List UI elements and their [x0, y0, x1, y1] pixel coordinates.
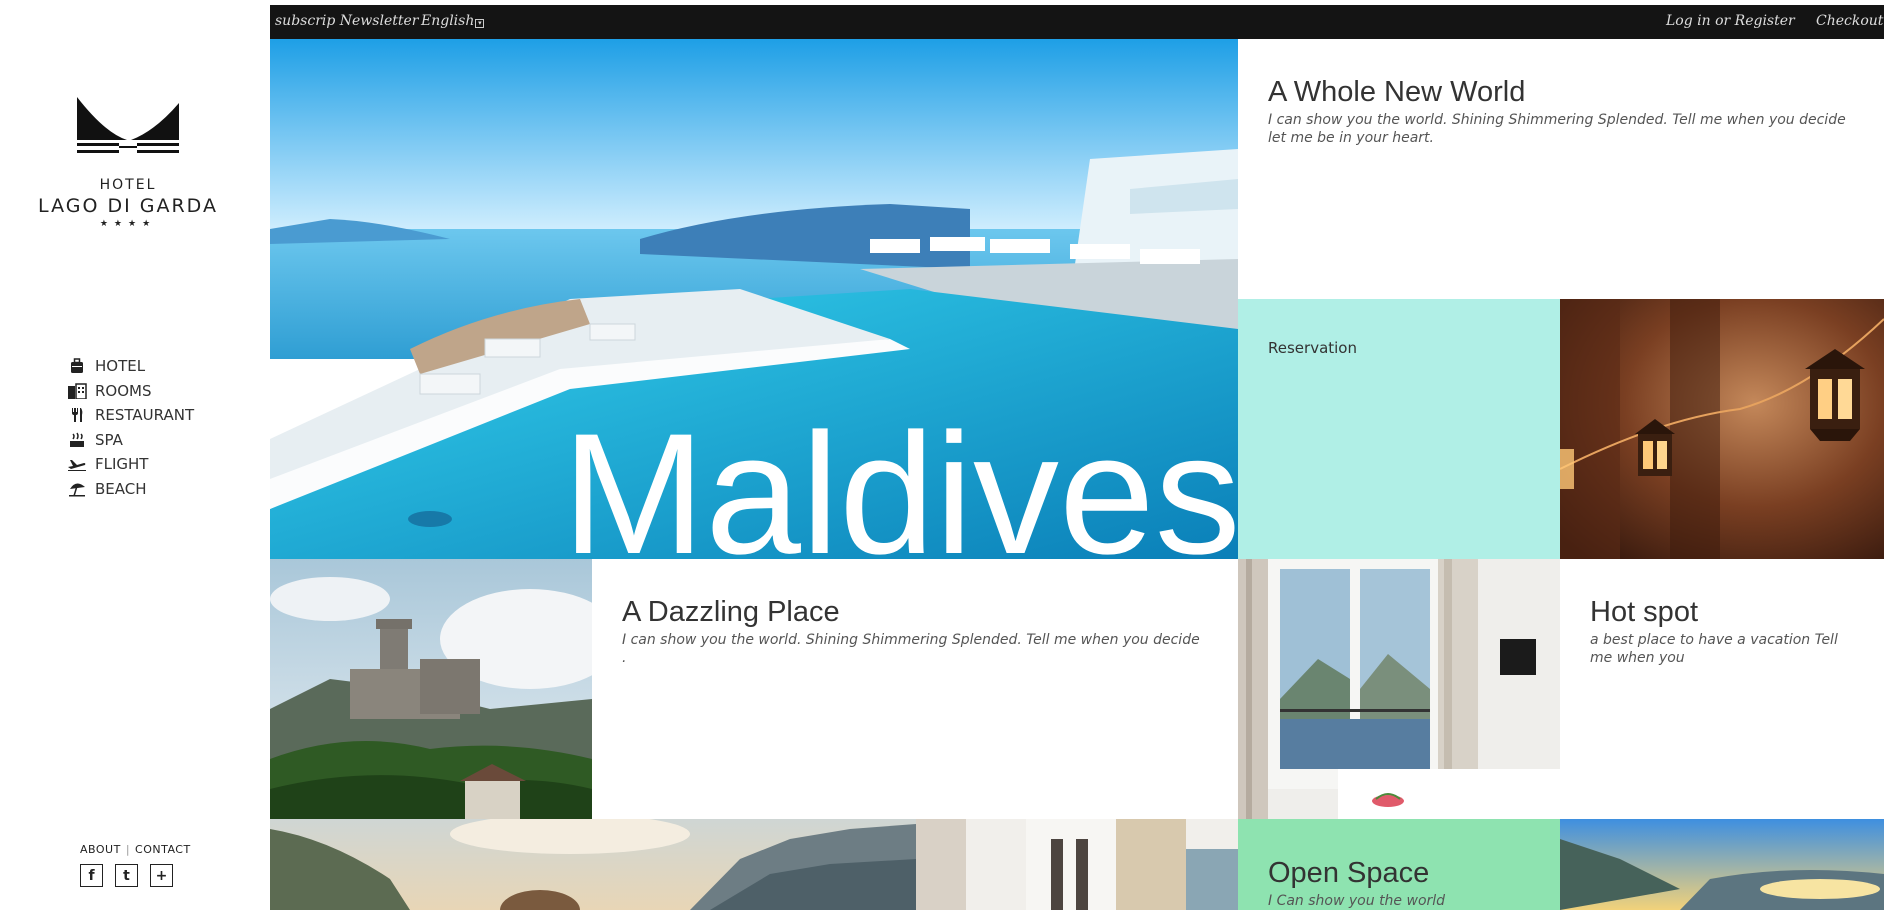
- reservation-label: Reservation: [1268, 339, 1357, 357]
- language-label: English: [421, 13, 475, 29]
- logo-mark-icon: [77, 97, 179, 153]
- tile-text: a best place to have a vacation Tell me …: [1590, 632, 1838, 666]
- tile-title: Hot spot: [1590, 596, 1698, 628]
- fork-knife-icon: [67, 407, 87, 423]
- main-nav: HOTEL ROOMS RESTAURANT SPA FLIGHT BEACH: [67, 354, 194, 501]
- feature-tile-whole-new-world[interactable]: A Whole New World I can show you the wor…: [1238, 39, 1884, 299]
- umbrella-icon: [67, 481, 87, 497]
- nav-label: ROOMS: [95, 381, 152, 400]
- login-register-link[interactable]: Log in or Register: [1666, 13, 1795, 29]
- facebook-icon[interactable]: f: [80, 864, 103, 887]
- lanterns-tile[interactable]: [1560, 299, 1884, 559]
- room-tile[interactable]: [1238, 559, 1560, 819]
- logo-hotel-name: LAGO DI GARDA: [38, 195, 218, 217]
- spa-icon: [67, 432, 87, 448]
- sidebar: HOTEL LAGO DI GARDA ★★★★ HOTEL ROOMS RES…: [0, 0, 270, 910]
- tile-title: Open Space: [1268, 857, 1430, 889]
- feature-tile-dazzling-place[interactable]: A Dazzling Place I can show you the worl…: [592, 559, 1238, 819]
- twitter-icon[interactable]: t: [115, 864, 138, 887]
- lanterns-image: [1560, 299, 1884, 559]
- doorway-image: [916, 819, 1238, 910]
- sunset-lake-tile[interactable]: [1560, 819, 1884, 910]
- sunset-lake-image: [1560, 819, 1884, 910]
- about-link[interactable]: ABOUT: [80, 843, 121, 856]
- mountain-lake-tile[interactable]: [270, 819, 916, 910]
- content-grid: Maldives A Whole New World I can show yo…: [270, 39, 1884, 910]
- hero-title: Maldives: [562, 398, 1238, 559]
- hotel-logo[interactable]: HOTEL LAGO DI GARDA ★★★★: [38, 95, 218, 229]
- top-bar: subscrip Newsletter English ▾ Log in or R…: [270, 5, 1884, 39]
- dropdown-icon: ▾: [475, 19, 485, 28]
- checkout-link[interactable]: Checkout: [1816, 13, 1883, 29]
- building-icon: [67, 383, 87, 399]
- nav-item-rooms[interactable]: ROOMS: [67, 379, 194, 404]
- castle-tile[interactable]: [270, 559, 592, 819]
- nav-item-hotel[interactable]: HOTEL: [67, 354, 194, 379]
- footer-separator: |: [125, 843, 131, 856]
- doorway-tile[interactable]: [916, 819, 1238, 910]
- social-links: f t +: [80, 864, 180, 887]
- mountain-lake-image: [270, 819, 916, 910]
- footer-links: ABOUT | CONTACT: [80, 843, 190, 856]
- tile-text: I can show you the world. Shining Shimme…: [1268, 112, 1846, 146]
- tile-title: A Whole New World: [1268, 76, 1526, 108]
- reservation-tile[interactable]: Reservation: [1238, 299, 1560, 559]
- nav-item-spa[interactable]: SPA: [67, 428, 194, 453]
- nav-item-flight[interactable]: FLIGHT: [67, 452, 194, 477]
- nav-label: HOTEL: [95, 357, 146, 376]
- suitcase-icon: [67, 358, 87, 374]
- tile-text: I Can show you the world: [1268, 893, 1446, 909]
- nav-label: SPA: [95, 430, 123, 449]
- language-select[interactable]: English ▾: [421, 13, 485, 29]
- feature-tile-open-space[interactable]: Open Space I Can show you the world: [1238, 819, 1560, 910]
- sidebar-footer: ABOUT | CONTACT f t +: [80, 843, 190, 887]
- google-plus-icon[interactable]: +: [150, 864, 173, 887]
- contact-link[interactable]: CONTACT: [135, 843, 191, 856]
- tile-text: I can show you the world. Shining Shimme…: [622, 632, 1200, 666]
- tile-title: A Dazzling Place: [622, 596, 840, 628]
- hotel-room-image: [1238, 559, 1560, 819]
- nav-label: RESTAURANT: [95, 406, 195, 425]
- airplane-icon: [67, 456, 87, 472]
- newsletter-link[interactable]: subscrip Newsletter: [275, 13, 418, 29]
- nav-item-beach[interactable]: BEACH: [67, 477, 194, 502]
- logo-hotel-text: HOTEL: [99, 177, 157, 193]
- nav-item-restaurant[interactable]: RESTAURANT: [67, 403, 194, 428]
- nav-label: FLIGHT: [95, 455, 149, 474]
- hero-tile[interactable]: Maldives: [270, 39, 1238, 559]
- feature-tile-hot-spot[interactable]: Hot spot a best place to have a vacation…: [1560, 559, 1884, 819]
- nav-label: BEACH: [95, 479, 147, 498]
- castle-image: [270, 559, 592, 819]
- logo-stars: ★★★★: [99, 219, 157, 229]
